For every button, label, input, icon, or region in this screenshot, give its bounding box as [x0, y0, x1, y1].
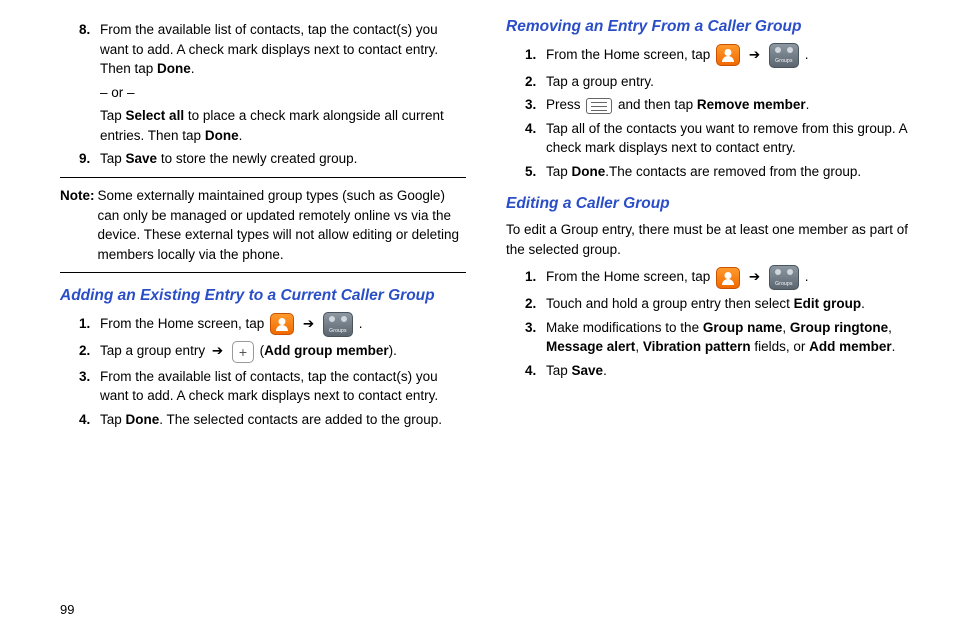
step-c1: From the Home screen, tap ➔ .	[540, 43, 912, 68]
bold-add-member: Add member	[809, 339, 892, 354]
step-text: .	[359, 316, 363, 331]
step-d3: Make modifications to the Group name, Gr…	[540, 318, 912, 357]
step-8: From the available list of contacts, tap…	[94, 20, 466, 145]
step-text: .	[603, 363, 607, 378]
or-divider: – or –	[100, 83, 466, 103]
step-c3: Press and then tap Remove member.	[540, 95, 912, 115]
heading-adding-existing-entry: Adding an Existing Entry to a Current Ca…	[60, 287, 466, 306]
contacts-icon	[716, 44, 740, 66]
bold-save: Save	[572, 363, 604, 378]
note-box: Note: Some externally maintained group t…	[60, 177, 466, 273]
step-text: . The selected contacts are added to the…	[159, 412, 442, 427]
arrow-icon: ➔	[749, 267, 760, 287]
bold-done: Done	[157, 61, 191, 76]
step-text: .	[239, 128, 243, 143]
steps-removing: From the Home screen, tap ➔ . Tap a grou…	[506, 43, 912, 182]
step-c4: Tap all of the contacts you want to remo…	[540, 119, 912, 158]
bold-save: Save	[126, 151, 158, 166]
step-c5: Tap Done.The contacts are removed from t…	[540, 162, 912, 182]
step-text: Touch and hold a group entry then select	[546, 296, 794, 311]
bold-done: Done	[205, 128, 239, 143]
step-text: From the Home screen, tap	[546, 47, 714, 62]
step-b3: From the available list of contacts, tap…	[94, 367, 466, 406]
page-number: 99	[60, 601, 74, 620]
step-9: Tap Save to store the newly created grou…	[94, 149, 466, 169]
step-text: ,	[888, 320, 892, 335]
bold-select-all: Select all	[126, 108, 185, 123]
step-text: From the Home screen, tap	[546, 269, 714, 284]
bold-message-alert: Message alert	[546, 339, 635, 354]
step-c2: Tap a group entry.	[540, 72, 912, 92]
step-b1: From the Home screen, tap ➔ .	[94, 312, 466, 337]
step-text: Tap a group entry	[100, 343, 209, 358]
note-label: Note:	[60, 186, 95, 264]
step-text: From the available list of contacts, tap…	[100, 22, 438, 76]
groups-icon	[769, 265, 799, 290]
step-d4: Tap Save.	[540, 361, 912, 381]
menu-icon	[586, 98, 612, 114]
step-d2: Touch and hold a group entry then select…	[540, 294, 912, 314]
step-text: Tap	[100, 151, 126, 166]
contacts-icon	[716, 267, 740, 289]
step-text: .	[806, 97, 810, 112]
step-b4: Tap Done. The selected contacts are adde…	[94, 410, 466, 430]
bold-done: Done	[126, 412, 160, 427]
step-text: (	[256, 343, 264, 358]
manual-page: From the available list of contacts, tap…	[0, 0, 954, 636]
step-text: Tap	[100, 108, 126, 123]
heading-removing-entry: Removing an Entry From a Caller Group	[506, 18, 912, 37]
step-text: .	[861, 296, 865, 311]
step-text: Tap a group entry.	[546, 74, 654, 89]
bold-group-ringtone: Group ringtone	[790, 320, 888, 335]
bold-remove-member: Remove member	[697, 97, 806, 112]
steps-adding: From the Home screen, tap ➔ . Tap a grou…	[60, 312, 466, 430]
groups-icon	[323, 312, 353, 337]
step-text: Tap all of the contacts you want to remo…	[546, 121, 907, 156]
step-text: Tap	[100, 412, 126, 427]
step-text: Press	[546, 97, 584, 112]
right-column: Removing an Entry From a Caller Group Fr…	[506, 18, 912, 618]
bold-done: Done	[572, 164, 606, 179]
groups-icon	[769, 43, 799, 68]
arrow-icon: ➔	[212, 341, 223, 361]
step-text: From the Home screen, tap	[100, 316, 268, 331]
step-text: Make modifications to the	[546, 320, 703, 335]
bold-edit-group: Edit group	[794, 296, 862, 311]
step-text: .	[892, 339, 896, 354]
bold-vibration-pattern: Vibration pattern	[643, 339, 751, 354]
steps-editing: From the Home screen, tap ➔ . Touch and …	[506, 265, 912, 380]
intro-text: To edit a Group entry, there must be at …	[506, 220, 912, 259]
step-text: ,	[635, 339, 643, 354]
step-text: fields, or	[751, 339, 810, 354]
step-text: .	[191, 61, 195, 76]
step-d1: From the Home screen, tap ➔ .	[540, 265, 912, 290]
bold-group-name: Group name	[703, 320, 783, 335]
arrow-icon: ➔	[303, 314, 314, 334]
step-text: .	[805, 269, 809, 284]
step-text: ).	[389, 343, 397, 358]
note-body: Some externally maintained group types (…	[98, 186, 467, 264]
step-text: to store the newly created group.	[157, 151, 357, 166]
left-column: From the available list of contacts, tap…	[60, 18, 466, 618]
step-text: .The contacts are removed from the group…	[605, 164, 861, 179]
plus-icon	[232, 341, 254, 363]
bold-add-group-member: Add group member	[264, 343, 389, 358]
step-text: ,	[782, 320, 790, 335]
heading-editing-group: Editing a Caller Group	[506, 195, 912, 214]
step-text: Tap	[546, 363, 572, 378]
step-b2: Tap a group entry ➔ (Add group member).	[94, 341, 466, 363]
contacts-icon	[270, 313, 294, 335]
steps-continued: From the available list of contacts, tap…	[60, 20, 466, 169]
arrow-icon: ➔	[749, 45, 760, 65]
step-text: and then tap	[618, 97, 697, 112]
step-text: Tap	[546, 164, 572, 179]
step-text: From the available list of contacts, tap…	[100, 369, 438, 404]
step-text: .	[805, 47, 809, 62]
